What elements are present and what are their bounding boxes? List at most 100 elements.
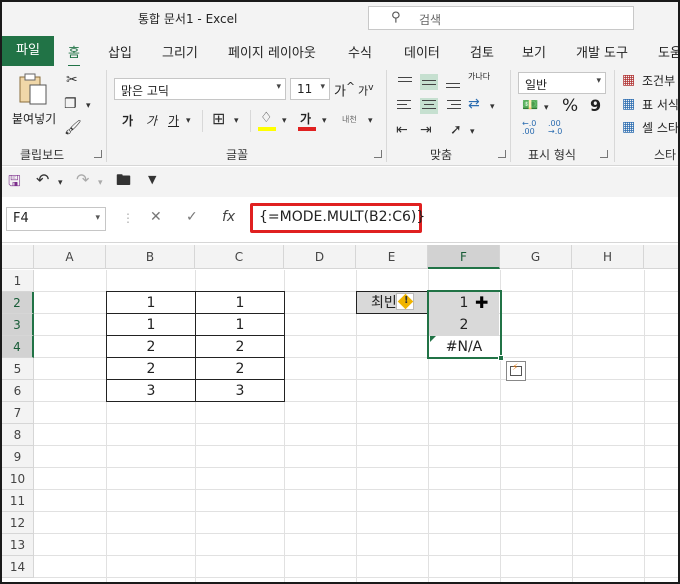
cell-c6[interactable]: 3 bbox=[195, 379, 285, 402]
row-header-3[interactable]: 3 bbox=[2, 314, 34, 336]
border-icon[interactable]: ⊞ bbox=[212, 111, 225, 127]
row-header-4[interactable]: 4 bbox=[2, 336, 34, 358]
row-header-7[interactable]: 7 bbox=[2, 402, 34, 424]
row-header-11[interactable]: 11 bbox=[2, 490, 34, 512]
cancel-icon[interactable]: ✕ bbox=[150, 209, 162, 225]
save-icon[interactable]: 🖫 bbox=[8, 173, 21, 189]
tab-help[interactable]: 도움 bbox=[658, 42, 678, 61]
paste-button[interactable]: 붙여넣기 bbox=[8, 70, 58, 130]
chevron-down-icon[interactable]: ▾ bbox=[186, 113, 191, 129]
select-all-corner[interactable] bbox=[2, 245, 34, 269]
font-color-button[interactable]: 가 bbox=[298, 110, 318, 132]
row-header-9[interactable]: 9 bbox=[2, 446, 34, 468]
phonetic-button[interactable]: 내천 bbox=[342, 114, 357, 125]
copy-dropdown-icon[interactable]: ▾ bbox=[86, 98, 91, 114]
decrease-decimal-button[interactable]: .00 →.0 bbox=[548, 120, 566, 136]
chevron-down-icon[interactable]: ▾ bbox=[490, 99, 495, 115]
merge-center-icon[interactable]: ⇄ bbox=[468, 96, 480, 112]
fill-color-button[interactable]: ♢ bbox=[258, 110, 278, 132]
align-middle-icon[interactable] bbox=[420, 74, 438, 90]
column-header-e[interactable]: E bbox=[356, 245, 428, 269]
tab-page-layout[interactable]: 페이지 레이아웃 bbox=[228, 42, 316, 61]
row-header-6[interactable]: 6 bbox=[2, 380, 34, 402]
format-table-icon[interactable]: ▦ bbox=[622, 96, 635, 112]
cell-c2[interactable]: 1 bbox=[195, 291, 285, 314]
copy-icon[interactable]: ❐ bbox=[64, 96, 77, 112]
column-header-d[interactable]: D bbox=[284, 245, 356, 269]
search-box[interactable]: ⚲ 검색 bbox=[368, 6, 634, 30]
font-size-select[interactable]: 11 ▾ bbox=[290, 78, 330, 100]
conditional-format-icon[interactable]: ▦ bbox=[622, 72, 635, 88]
align-top-icon[interactable] bbox=[396, 74, 414, 90]
row-header-8[interactable]: 8 bbox=[2, 424, 34, 446]
font-name-select[interactable]: 맑은 고딕 ▾ bbox=[114, 78, 286, 100]
align-right-icon[interactable] bbox=[444, 98, 462, 114]
grow-font-button[interactable]: 가^ bbox=[334, 80, 355, 99]
cut-icon[interactable]: ✂ bbox=[66, 72, 78, 88]
chevron-down-icon[interactable]: ▾ bbox=[282, 113, 287, 129]
redo-icon[interactable]: ↷ bbox=[76, 172, 89, 188]
cell-c3[interactable]: 1 bbox=[195, 313, 285, 336]
worksheet-grid[interactable]: A B C D E F G H 1 2 3 4 5 6 7 8 9 10 11 … bbox=[2, 243, 678, 582]
wrap-text-button[interactable]: 가나다 bbox=[468, 72, 492, 81]
row-header-12[interactable]: 12 bbox=[2, 512, 34, 534]
underline-button[interactable]: 가 bbox=[168, 112, 179, 129]
tab-data[interactable]: 데이터 bbox=[404, 42, 440, 61]
fill-handle[interactable] bbox=[498, 355, 504, 361]
error-warning-icon[interactable]: ! bbox=[396, 293, 414, 310]
cell-c5[interactable]: 2 bbox=[195, 357, 285, 380]
tab-view[interactable]: 보기 bbox=[522, 42, 546, 61]
tab-developer[interactable]: 개발 도구 bbox=[576, 42, 628, 61]
column-header-b[interactable]: B bbox=[106, 245, 195, 269]
column-header-a[interactable]: A bbox=[34, 245, 106, 269]
column-header-h[interactable]: H bbox=[572, 245, 644, 269]
row-header-10[interactable]: 10 bbox=[2, 468, 34, 490]
increase-indent-icon[interactable]: ⇥ bbox=[420, 122, 432, 138]
clipboard-launcher-icon[interactable] bbox=[94, 150, 102, 158]
chevron-down-icon[interactable]: ▾ bbox=[98, 175, 103, 191]
row-header-2[interactable]: 2 bbox=[2, 292, 34, 314]
cell-styles-icon[interactable]: ▦ bbox=[622, 119, 635, 135]
decrease-indent-icon[interactable]: ⇤ bbox=[396, 122, 408, 138]
row-header-14[interactable]: 14 bbox=[2, 556, 34, 578]
font-launcher-icon[interactable] bbox=[374, 150, 382, 158]
align-center-icon[interactable] bbox=[420, 98, 438, 114]
chevron-down-icon[interactable]: ▾ bbox=[470, 124, 475, 140]
percent-button[interactable]: % bbox=[562, 96, 578, 116]
tab-insert[interactable]: 삽입 bbox=[108, 42, 132, 61]
tab-home[interactable]: 홈 bbox=[68, 42, 80, 68]
number-launcher-icon[interactable] bbox=[600, 150, 608, 158]
folder-icon[interactable]: 🖿 bbox=[116, 172, 131, 188]
bold-button[interactable]: 가 bbox=[122, 112, 133, 129]
cell-b3[interactable]: 1 bbox=[106, 313, 196, 336]
row-header-13[interactable]: 13 bbox=[2, 534, 34, 556]
tab-formulas[interactable]: 수식 bbox=[348, 42, 372, 61]
row-header-1[interactable]: 1 bbox=[2, 270, 34, 292]
shrink-font-button[interactable]: 가v bbox=[358, 82, 374, 99]
column-header-f[interactable]: F bbox=[428, 245, 500, 269]
tab-review[interactable]: 검토 bbox=[470, 42, 494, 61]
enter-icon[interactable]: ✓ bbox=[186, 209, 198, 225]
cell-c4[interactable]: 2 bbox=[195, 335, 285, 358]
undo-icon[interactable]: ↶ bbox=[36, 172, 49, 188]
format-painter-icon[interactable]: 🖌 bbox=[64, 120, 82, 136]
chevron-down-icon[interactable]: ▾ bbox=[58, 175, 63, 191]
insert-function-icon[interactable]: fx bbox=[222, 209, 235, 225]
name-box[interactable]: F4 ▾ bbox=[6, 207, 106, 231]
tab-draw[interactable]: 그리기 bbox=[162, 42, 198, 61]
conditional-format-button[interactable]: 조건부 bbox=[642, 72, 675, 89]
row-header-5[interactable]: 5 bbox=[2, 358, 34, 380]
alignment-launcher-icon[interactable] bbox=[498, 150, 506, 158]
cell-styles-button[interactable]: 셀 스타 bbox=[642, 119, 678, 136]
chevron-down-icon[interactable]: ▾ bbox=[322, 113, 327, 129]
cell-b6[interactable]: 3 bbox=[106, 379, 196, 402]
comma-button[interactable]: 9 bbox=[590, 96, 601, 115]
customize-toolbar-icon[interactable]: ▼ bbox=[148, 172, 156, 188]
orientation-icon[interactable]: ➚ bbox=[450, 122, 462, 138]
chevron-down-icon[interactable]: ▾ bbox=[234, 113, 239, 129]
italic-button[interactable]: 가 bbox=[146, 112, 157, 129]
tab-file[interactable]: 파일 bbox=[2, 36, 54, 66]
align-bottom-icon[interactable] bbox=[444, 74, 462, 90]
cell-e2[interactable]: 최빈 bbox=[356, 291, 429, 314]
cell-b5[interactable]: 2 bbox=[106, 357, 196, 380]
